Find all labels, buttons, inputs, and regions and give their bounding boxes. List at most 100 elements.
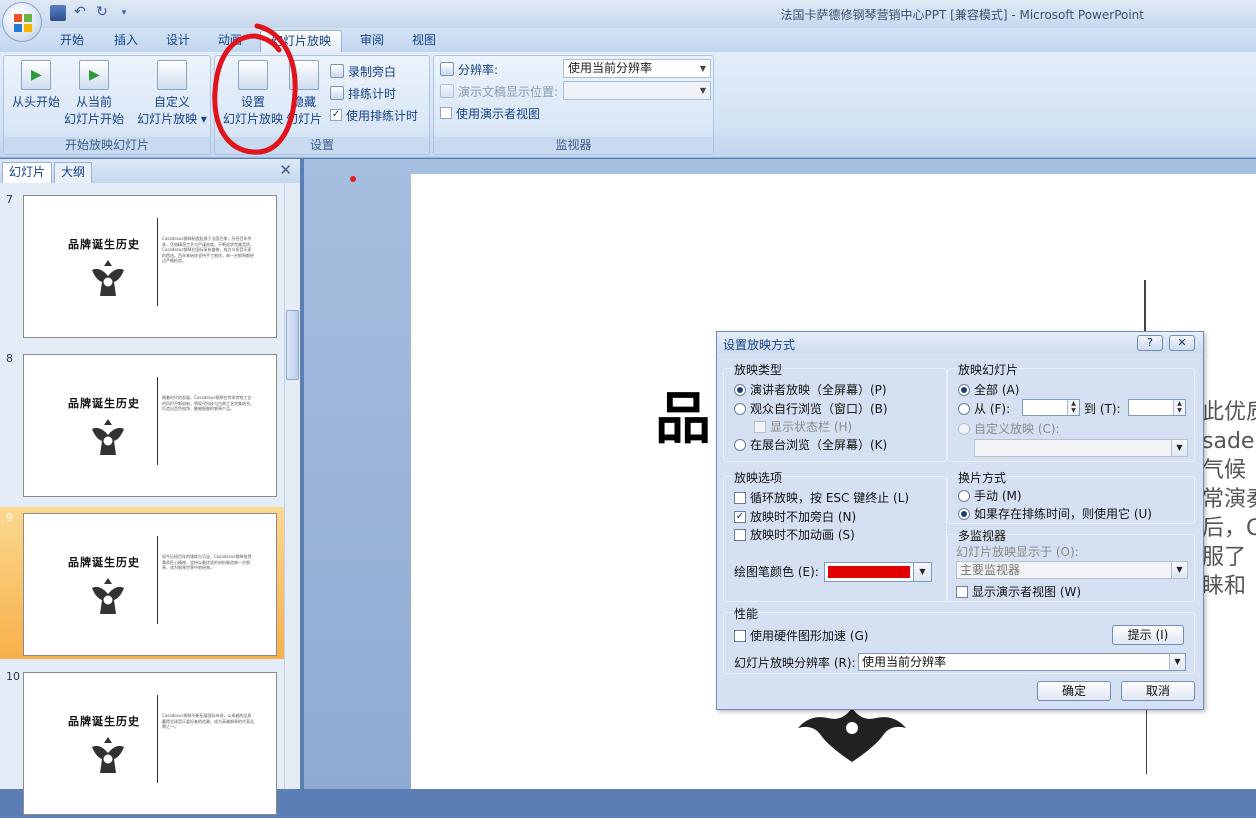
slide-body-text: Casadesus钢琴制造起源于法国巴黎，历经百年传承，凭借精湛工艺与严谨态度，…: [162, 236, 254, 263]
slide-thumbnail-10[interactable]: 10 品牌诞生历史 Casadesus钢琴不断拓展国际市场，以卓越的品质赢得全球…: [0, 666, 284, 818]
manual-radio[interactable]: 手动 (M): [958, 487, 1022, 504]
use-timings-radio[interactable]: 如果存在排练时间，则使用它 (U): [958, 505, 1152, 522]
office-button[interactable]: [2, 2, 42, 42]
show-on-select[interactable]: ▼: [563, 81, 711, 100]
performance-header: 性能: [734, 605, 759, 622]
tab-outline[interactable]: 大纲: [54, 162, 93, 183]
from-current-label-1: 从当前: [75, 95, 112, 109]
advance-header: 换片方式: [958, 469, 1007, 486]
no-narration-checkbox[interactable]: ✓ 放映时不加旁白 (N): [734, 508, 856, 525]
record-narration-button[interactable]: 录制旁白: [330, 62, 396, 80]
from-radio[interactable]: 从 (F):: [958, 400, 1010, 417]
ok-button[interactable]: 确定: [1037, 681, 1111, 701]
resolution-icon: [440, 62, 454, 76]
tab-home[interactable]: 开始: [50, 30, 94, 52]
slide-thumbnail-9[interactable]: 9 品牌诞生历史 如今历经百年的锤炼与沉淀，Casadesus钢琴依然秉承匠心精…: [0, 507, 284, 659]
from-spinner[interactable]: ▲ ▼: [1022, 399, 1080, 416]
slide-title: 品牌诞生历史: [68, 556, 140, 569]
tips-button[interactable]: 提示 (I): [1112, 625, 1184, 645]
cancel-button[interactable]: 取消: [1121, 681, 1195, 701]
custom-show-label-1: 自定义: [153, 95, 190, 109]
window-title: 法国卡萨德修钢琴营销中心PPT [兼容模式] - Microsoft Power…: [780, 8, 1144, 22]
office-logo-icon: [14, 14, 32, 32]
from-beginning-button[interactable]: ▶ 从头开始: [8, 60, 64, 111]
to-spinner[interactable]: ▲ ▼: [1128, 399, 1186, 416]
record-narration-icon: [330, 64, 344, 78]
presenter-radio[interactable]: 演讲者放映（全屏幕）(P): [734, 381, 887, 398]
checkmark-icon: ✓: [734, 510, 746, 523]
show-on-value: 主要监视器: [960, 563, 1021, 577]
chevron-down-icon: ▼: [913, 563, 931, 581]
show-resolution-select[interactable]: 使用当前分辨率 ▼: [858, 653, 1186, 671]
slide-thumbnail-7[interactable]: 7 品牌诞生历史 Casadesus钢琴制造起源于法国巴黎，历经百年传承，凭借精…: [0, 189, 284, 341]
use-rehearsed-timings-checkbox[interactable]: ✓ 使用排练计时: [330, 106, 418, 124]
all-slides-radio[interactable]: 全部 (A): [958, 381, 1019, 398]
red-dot: [350, 176, 356, 182]
hw-accel-checkbox[interactable]: 使用硬件图形加速 (G): [734, 627, 868, 644]
show-scrollbar-label: 显示状态栏 (H): [770, 420, 853, 434]
tab-review[interactable]: 审阅: [350, 30, 394, 52]
from-current-button[interactable]: ▶ 从当前 幻灯片开始: [62, 60, 126, 128]
individual-radio[interactable]: 观众自行浏览（窗口）(B): [734, 400, 888, 417]
resolution-value: 使用当前分辨率: [568, 61, 653, 75]
spinner-arrows-icon[interactable]: ▲ ▼: [1067, 400, 1079, 415]
radio-selected-icon: [958, 507, 970, 520]
scrollbar-thumb[interactable]: [286, 310, 299, 380]
custom-show-button[interactable]: 自定义 幻灯片放映 ▾: [134, 60, 210, 128]
from-beginning-label: 从头开始: [11, 95, 60, 109]
close-icon[interactable]: ✕: [279, 161, 292, 179]
resolution-select[interactable]: 使用当前分辨率 ▼: [563, 59, 711, 78]
custom-show-label-2: 幻灯片放映 ▾: [137, 112, 207, 126]
manual-label: 手动 (M): [974, 489, 1022, 503]
tab-view[interactable]: 视图: [402, 30, 446, 52]
chevron-down-icon: ▼: [699, 64, 707, 73]
show-on-label: 演示文稿显示位置:: [458, 84, 559, 99]
chevron-down-icon: ▼: [1171, 440, 1187, 456]
show-options-header: 放映选项: [734, 469, 783, 486]
custom-show-select[interactable]: ▼: [974, 439, 1188, 457]
show-scrollbar-checkbox[interactable]: 显示状态栏 (H): [754, 418, 852, 435]
slides-pane: 幻灯片 大纲 ✕ 7 品牌诞生历史 Casadesus钢琴制造起源于法国巴黎，历…: [0, 159, 300, 815]
play-from-start-icon: ▶: [21, 60, 51, 90]
show-options-fieldset: 放映选项 循环放映，按 ESC 键终止 (L) ✓ 放映时不加旁白 (N) 放映…: [723, 469, 947, 602]
tab-design[interactable]: 设计: [156, 30, 200, 52]
presenter-label: 演讲者放映（全屏幕）(P): [750, 383, 887, 397]
individual-label: 观众自行浏览（窗口）(B): [750, 402, 888, 416]
custom-show-radio[interactable]: 自定义放映 (C):: [958, 420, 1060, 437]
resolution-label: 分辨率:: [458, 62, 499, 77]
spinner-arrows-icon[interactable]: ▲ ▼: [1173, 400, 1185, 415]
start-slideshow-group: ▶ 从头开始 ▶ 从当前 幻灯片开始 自定义 幻灯片放映 ▾ 开始放映幻灯片: [3, 55, 211, 155]
slides-scrollbar[interactable]: [284, 183, 300, 789]
red-annotation-circle: [212, 23, 298, 155]
eagle-emblem-icon: [92, 737, 124, 773]
chevron-down-icon: ▼: [1169, 654, 1185, 670]
slide-title: 品牌诞生历史: [68, 397, 140, 410]
rehearse-timings-button[interactable]: 排练计时: [330, 84, 396, 102]
monitor-icon: [440, 84, 454, 98]
ribbon-tabs: 开始 插入 设计 动画 幻灯片放映 审阅 视图: [0, 28, 1256, 52]
show-presenter-view-checkbox[interactable]: 显示演示者视图 (W): [956, 583, 1081, 600]
radio-selected-icon: [734, 383, 746, 396]
pen-color-label: 绘图笔颜色 (E):: [734, 565, 819, 579]
kiosk-radio[interactable]: 在展台浏览（全屏幕）(K): [734, 436, 887, 453]
slide-thumbnail-8[interactable]: 8 品牌诞生历史 随着时代的发展，Casadesus钢琴在传承传统工艺的同时不断…: [0, 348, 284, 500]
slide-body-text: 此优质 sade 气候 常演奏 后，C 服了 睐和: [1202, 400, 1256, 599]
no-animation-checkbox[interactable]: 放映时不加动画 (S): [734, 526, 855, 543]
chevron-down-icon: ▼: [1171, 562, 1187, 578]
custom-show-icon: [157, 60, 187, 90]
help-button[interactable]: ?: [1137, 335, 1163, 351]
show-type-header: 放映类型: [734, 361, 783, 378]
all-slides-label: 全部 (A): [974, 383, 1020, 397]
loop-label: 循环放映，按 ESC 键终止 (L): [750, 491, 910, 505]
dialog-titlebar: 设置放映方式 ? ✕: [717, 332, 1203, 354]
tab-slides[interactable]: 幻灯片: [2, 162, 53, 183]
no-narration-label: 放映时不加旁白 (N): [750, 510, 857, 524]
show-on-select[interactable]: 主要监视器 ▼: [956, 561, 1188, 579]
close-button[interactable]: ✕: [1169, 335, 1195, 351]
slide-number: 8: [6, 352, 13, 365]
tab-insert[interactable]: 插入: [104, 30, 148, 52]
radio-icon: [734, 402, 746, 415]
loop-checkbox[interactable]: 循环放映，按 ESC 键终止 (L): [734, 489, 909, 506]
presenter-view-checkbox[interactable]: 使用演示者视图: [440, 104, 540, 122]
pen-color-picker[interactable]: ▼: [824, 562, 932, 582]
